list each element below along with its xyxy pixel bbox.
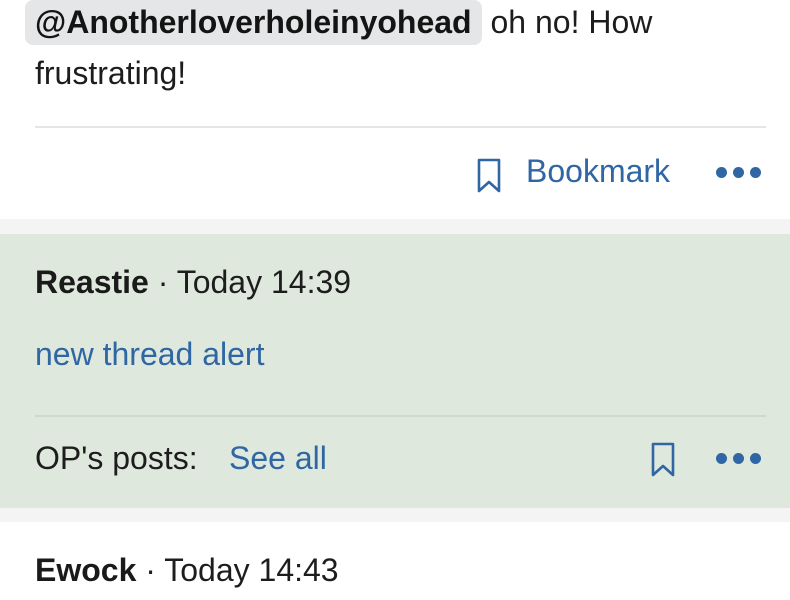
post-body-line-2: frustrating! — [35, 55, 187, 91]
post-divider — [35, 126, 766, 128]
post-card: Ewock · Today 14:43 — [0, 522, 790, 600]
op-posts-label: OP's posts: — [35, 440, 198, 476]
bookmark-outline-icon[interactable] — [476, 158, 502, 194]
author-name[interactable]: Ewock — [35, 552, 136, 588]
more-dots-icon[interactable] — [716, 167, 762, 179]
author-name[interactable]: Reastie — [35, 264, 149, 300]
post-card: @Anotherloverholeinyohead oh no! How fru… — [0, 0, 790, 219]
post-timestamp[interactable]: Today 14:39 — [177, 264, 351, 300]
separator-dot: · — [148, 264, 177, 300]
more-dots-icon[interactable] — [716, 453, 762, 465]
post-divider — [35, 415, 766, 417]
bookmark-outline-icon[interactable] — [650, 442, 676, 478]
post-body-link[interactable]: new thread alert — [35, 338, 264, 370]
post-card-op: Reastie · Today 14:39 new thread alert O… — [0, 234, 790, 508]
bookmark-button[interactable]: Bookmark — [526, 155, 670, 187]
post-actions: OP's posts: See all — [35, 436, 762, 484]
post-body-text: oh no! How — [481, 4, 653, 40]
post-body-line-1: @Anotherloverholeinyohead oh no! How — [25, 0, 653, 45]
post-header: Ewock · Today 14:43 — [35, 554, 339, 586]
user-mention[interactable]: @Anotherloverholeinyohead — [25, 0, 482, 45]
post-header: Reastie · Today 14:39 — [35, 266, 351, 298]
post-timestamp[interactable]: Today 14:43 — [164, 552, 338, 588]
see-all-link[interactable]: See all — [229, 442, 327, 474]
post-actions: Bookmark — [35, 150, 762, 198]
separator-dot: · — [136, 552, 165, 588]
